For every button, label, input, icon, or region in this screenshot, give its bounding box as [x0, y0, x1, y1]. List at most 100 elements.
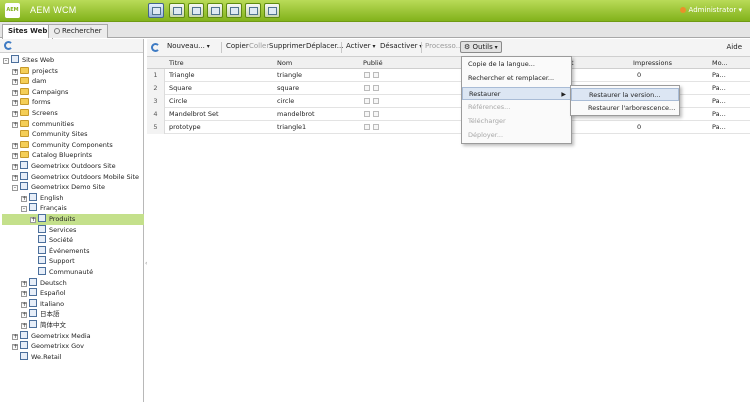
expand-icon[interactable]: + — [12, 79, 18, 86]
expand-icon[interactable]: + — [12, 344, 18, 351]
menu-item-rollout[interactable]: Déployer... — [462, 129, 571, 142]
tree-node[interactable]: + forms — [12, 97, 51, 108]
inbox-icon[interactable] — [169, 3, 185, 18]
user-menu[interactable]: Administrator ▾ — [679, 6, 742, 14]
tools-button[interactable]: ⚙ Outils — [460, 41, 502, 53]
tree-node[interactable]: + English — [21, 192, 63, 204]
help-button[interactable]: Aide — [727, 43, 742, 51]
websites-icon[interactable] — [148, 3, 164, 18]
menu-item-download[interactable]: Télécharger — [462, 115, 571, 128]
tree-node[interactable]: + Geometrixx Media — [12, 330, 91, 342]
reports-icon[interactable] — [264, 3, 280, 18]
new-button[interactable]: Nouveau... — [167, 42, 210, 50]
refresh-icon[interactable] — [151, 43, 160, 52]
menu-item-find-replace[interactable]: Rechercher et remplacer... — [462, 72, 571, 85]
expand-icon[interactable]: + — [12, 100, 18, 107]
copy-button[interactable]: Copier — [226, 42, 249, 50]
deactivate-button[interactable]: Désactiver — [380, 42, 422, 50]
expand-icon[interactable]: + — [21, 280, 27, 287]
tree-node[interactable]: + 日本語 — [21, 309, 60, 320]
tree-node[interactable]: Événements — [30, 245, 89, 257]
move-button[interactable]: Déplacer... — [306, 42, 343, 50]
col-name[interactable]: Nom — [277, 59, 292, 67]
tree-node[interactable]: Support — [30, 256, 75, 267]
expand-icon[interactable]: + — [12, 333, 18, 340]
tree-node[interactable]: Services — [30, 224, 76, 236]
collapse-icon[interactable]: - — [21, 206, 27, 213]
delete-button[interactable]: Supprimer — [269, 42, 306, 50]
menu-item-restore-tree[interactable]: Restaurer l'arborescence... — [571, 102, 679, 115]
expand-icon[interactable]: + — [12, 111, 18, 117]
tree-node[interactable]: + Geometrixx Outdoors Site — [12, 161, 116, 172]
expand-icon[interactable]: + — [12, 68, 18, 75]
tree-node[interactable]: Communauté — [30, 267, 93, 278]
tagging-icon[interactable] — [207, 3, 223, 18]
tree-node[interactable]: + Screens — [12, 108, 58, 119]
tree-node[interactable]: + Produits — [2, 214, 144, 225]
expand-icon[interactable]: + — [12, 153, 18, 160]
expand-icon[interactable]: + — [21, 291, 27, 298]
paste-button[interactable]: Coller — [249, 42, 269, 50]
tree-node[interactable]: + dam — [12, 76, 46, 87]
tree-node[interactable]: We.Retail — [12, 351, 61, 363]
col-published[interactable]: Publié — [363, 59, 383, 67]
expand-icon[interactable]: + — [21, 195, 27, 202]
page-icon — [29, 192, 37, 201]
page-toolbar: Nouveau... Copier Coller Supprimer Dépla… — [147, 39, 750, 57]
activate-button[interactable]: Activer — [346, 42, 375, 50]
cell-more: Pa... — [712, 71, 726, 79]
tree-node[interactable]: + communities — [12, 119, 74, 130]
expand-icon[interactable]: + — [12, 89, 18, 96]
tree-node-label: forms — [32, 98, 51, 107]
tree-node-label: Support — [49, 257, 75, 266]
tree-node[interactable]: + Deutsch — [21, 277, 67, 289]
tree-node[interactable]: Community Sites — [12, 129, 88, 140]
menu-item-references[interactable]: Références... — [462, 101, 571, 114]
expand-icon[interactable]: + — [21, 323, 27, 329]
tree-node[interactable]: - Geometrixx Demo Site — [12, 182, 105, 193]
tree-node[interactable]: + Geometrixx Gov — [12, 341, 84, 352]
row-number: 1 — [147, 69, 165, 82]
menu-item-restore-version[interactable]: Restaurer la version... — [571, 88, 679, 101]
collapse-icon[interactable]: - — [3, 58, 9, 64]
expand-icon[interactable]: + — [12, 121, 18, 128]
process-button[interactable]: Processo... — [425, 42, 462, 50]
expand-icon[interactable]: + — [21, 312, 27, 319]
tab-rechercher[interactable]: Rechercher — [48, 24, 108, 38]
tree-node[interactable]: + Italiano — [21, 298, 65, 310]
tools-icon[interactable] — [188, 3, 204, 18]
tree-node-label: Community Sites — [32, 130, 88, 139]
workflow-icon[interactable] — [245, 3, 261, 18]
tree-node[interactable]: + Community Components — [12, 140, 113, 151]
dam-icon[interactable] — [226, 3, 242, 18]
tree-node[interactable]: + Geometrixx Outdoors Mobile Site — [12, 171, 139, 183]
menu-item-restore[interactable]: Restaurer ▶ — [462, 87, 571, 100]
tree-node[interactable]: - Français — [21, 203, 67, 214]
expand-icon[interactable]: + — [30, 217, 36, 223]
col-title[interactable]: Titre — [169, 59, 184, 67]
tree-node[interactable]: + projects — [12, 66, 58, 77]
row-number: 4 — [147, 108, 165, 121]
tree-node[interactable]: + 简体中文 — [21, 320, 66, 331]
tree-toolbar — [0, 39, 143, 53]
expand-icon[interactable]: + — [12, 142, 18, 149]
tree-node-label: Geometrixx Gov — [31, 342, 84, 351]
refresh-icon[interactable] — [4, 41, 13, 50]
tree-node[interactable]: + Campaigns — [12, 87, 68, 98]
col-more[interactable]: Mo... — [712, 59, 728, 67]
tab-sites-web[interactable]: Sites Web — [2, 24, 54, 39]
menu-item-copy-language[interactable]: Copie de la langue... — [462, 58, 571, 71]
cell-more: Pa... — [712, 84, 726, 92]
tree-node[interactable]: + Español — [21, 288, 66, 299]
collapse-icon[interactable]: - — [12, 185, 18, 192]
tree-node[interactable]: + Catalog Blueprints — [12, 150, 92, 161]
col-impressions[interactable]: Impressions — [633, 59, 672, 67]
expand-icon[interactable]: + — [12, 174, 18, 181]
tree-node[interactable]: Société — [30, 235, 73, 246]
expand-icon[interactable]: + — [12, 164, 18, 170]
tree-node[interactable]: - Sites Web — [3, 55, 54, 66]
expand-icon[interactable]: + — [21, 301, 27, 308]
table-row[interactable]: 1 Triangle triangle 0 Pa... — [147, 69, 750, 82]
tree-node-label: Italiano — [40, 299, 65, 308]
table-row[interactable]: 5 prototype triangle1 0 Pa... — [147, 121, 750, 134]
